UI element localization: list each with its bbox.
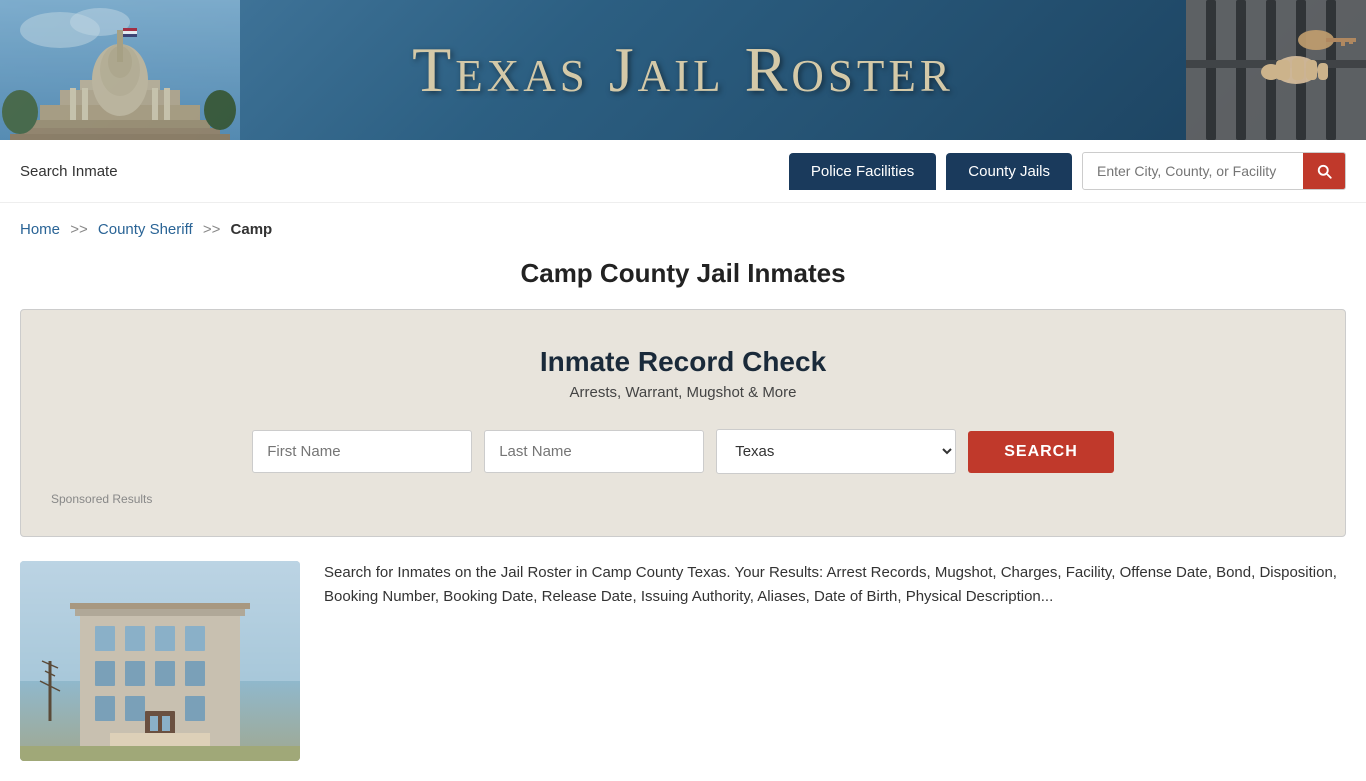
jail-hand-icon [1186,0,1366,140]
state-select[interactable]: AlabamaAlaskaArizonaArkansasCaliforniaCo… [716,429,956,474]
county-jails-button[interactable]: County Jails [946,153,1072,190]
facility-search-button[interactable] [1303,153,1345,189]
breadcrumb: Home >> County Sheriff >> Camp [0,203,1366,248]
last-name-input[interactable] [484,430,704,473]
search-inmate-label: Search Inmate [20,163,118,180]
record-check-box: Inmate Record Check Arrests, Warrant, Mu… [20,309,1346,537]
breadcrumb-current: Camp [231,221,273,238]
police-facilities-button[interactable]: Police Facilities [789,153,936,190]
facility-search-input[interactable] [1083,154,1303,188]
bottom-description: Search for Inmates on the Jail Roster in… [324,561,1346,761]
sponsored-label: Sponsored Results [51,492,1315,506]
record-check-title: Inmate Record Check [51,346,1315,378]
record-check-subtitle: Arrests, Warrant, Mugshot & More [51,384,1315,401]
breadcrumb-county-sheriff[interactable]: County Sheriff [98,221,193,238]
header-banner: Texas Jail Roster [0,0,1366,140]
bottom-section: Search for Inmates on the Jail Roster in… [0,561,1366,761]
capitol-icon [0,0,240,140]
building-icon [20,561,300,761]
page-title: Camp County Jail Inmates [0,258,1366,289]
breadcrumb-sep1: >> [70,221,88,238]
record-check-fields: AlabamaAlaskaArizonaArkansasCaliforniaCo… [51,429,1315,474]
breadcrumb-sep2: >> [203,221,221,238]
nav-bar: Search Inmate Police Facilities County J… [0,140,1366,203]
first-name-input[interactable] [252,430,472,473]
building-image [20,561,300,761]
facility-search-wrap [1082,152,1346,190]
site-title: Texas Jail Roster [412,33,954,107]
record-search-button[interactable]: SEARCH [968,431,1114,473]
breadcrumb-home[interactable]: Home [20,221,60,238]
search-icon [1315,162,1333,180]
